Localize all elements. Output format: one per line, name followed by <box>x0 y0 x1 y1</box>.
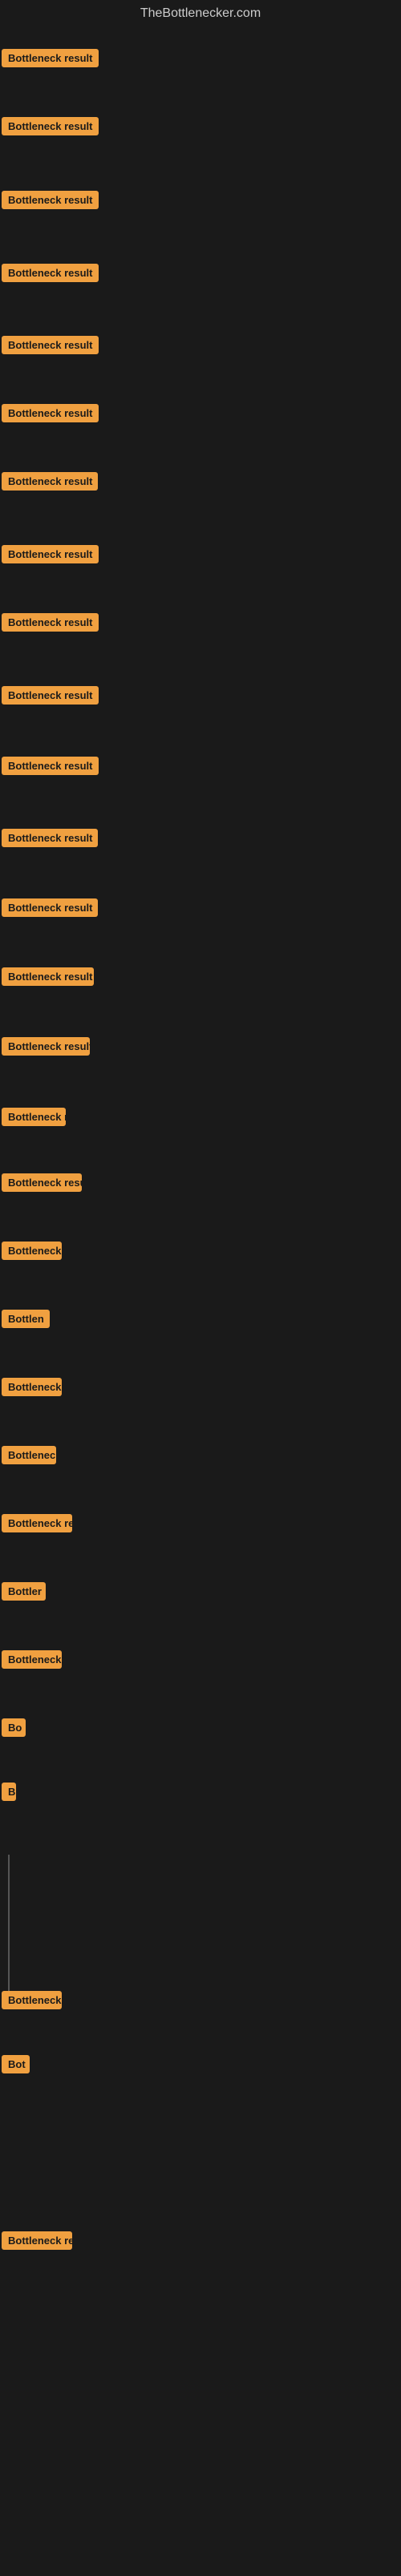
bottleneck-badge-2: Bottleneck result <box>2 117 99 135</box>
bottleneck-badge-5: Bottleneck result <box>2 336 99 354</box>
bottleneck-badge-18: Bottleneck <box>2 1242 62 1260</box>
bottleneck-item-28: Bot <box>2 2055 30 2077</box>
bottleneck-badge-29: Bottleneck re <box>2 2231 72 2250</box>
site-title: TheBottlenecker.com <box>0 0 401 27</box>
bottleneck-item-9: Bottleneck result <box>2 613 99 636</box>
bottleneck-badge-14: Bottleneck result <box>2 967 94 986</box>
bottleneck-badge-24: Bottleneck <box>2 1650 62 1669</box>
bottleneck-badge-21: Bottlenec <box>2 1446 56 1464</box>
bottleneck-badge-16: Bottleneck r <box>2 1108 66 1126</box>
bottleneck-badge-12: Bottleneck result <box>2 829 98 847</box>
bottleneck-item-25: Bo <box>2 1718 26 1741</box>
bottleneck-badge-11: Bottleneck result <box>2 757 99 775</box>
bottleneck-item-17: Bottleneck resu <box>2 1173 82 1196</box>
bottleneck-badge-4: Bottleneck result <box>2 264 99 282</box>
bottleneck-badge-19: Bottlen <box>2 1310 50 1328</box>
bottleneck-item-3: Bottleneck result <box>2 191 99 213</box>
bottleneck-badge-3: Bottleneck result <box>2 191 99 209</box>
bottleneck-item-19: Bottlen <box>2 1310 50 1332</box>
bottleneck-item-7: Bottleneck result <box>2 472 98 495</box>
bottleneck-item-21: Bottlenec <box>2 1446 56 1468</box>
bottleneck-item-2: Bottleneck result <box>2 117 99 139</box>
bottleneck-item-29: Bottleneck re <box>2 2231 72 2254</box>
bottleneck-item-4: Bottleneck result <box>2 264 99 286</box>
bottleneck-item-22: Bottleneck re <box>2 1514 72 1536</box>
bottleneck-item-18: Bottleneck <box>2 1242 62 1264</box>
bottleneck-badge-27: Bottleneck <box>2 1991 62 2009</box>
bottleneck-badge-13: Bottleneck result <box>2 898 98 917</box>
bottleneck-item-14: Bottleneck result <box>2 967 94 990</box>
bottleneck-item-27: Bottleneck <box>2 1991 62 2013</box>
bottleneck-badge-25: Bo <box>2 1718 26 1737</box>
bottleneck-item-24: Bottleneck <box>2 1650 62 1673</box>
bottleneck-item-12: Bottleneck result <box>2 829 98 851</box>
bottleneck-badge-15: Bottleneck result <box>2 1037 90 1056</box>
bottleneck-badge-7: Bottleneck result <box>2 472 98 491</box>
bottleneck-item-5: Bottleneck result <box>2 336 99 358</box>
bottleneck-badge-8: Bottleneck result <box>2 545 99 563</box>
bottleneck-item-10: Bottleneck result <box>2 686 99 709</box>
bottleneck-badge-17: Bottleneck resu <box>2 1173 82 1192</box>
bottleneck-badge-10: Bottleneck result <box>2 686 99 705</box>
bottleneck-item-13: Bottleneck result <box>2 898 98 921</box>
bottleneck-badge-22: Bottleneck re <box>2 1514 72 1532</box>
bottleneck-badge-1: Bottleneck result <box>2 49 99 67</box>
bottleneck-item-8: Bottleneck result <box>2 545 99 567</box>
bottleneck-badge-20: Bottleneck <box>2 1378 62 1396</box>
bottleneck-badge-28: Bot <box>2 2055 30 2073</box>
bottleneck-item-23: Bottler <box>2 1582 46 1605</box>
bottleneck-item-26: B <box>2 1783 16 1805</box>
bottleneck-item-16: Bottleneck r <box>2 1108 66 1130</box>
bottleneck-item-1: Bottleneck result <box>2 49 99 71</box>
bottleneck-item-11: Bottleneck result <box>2 757 99 779</box>
bottleneck-badge-23: Bottler <box>2 1582 46 1601</box>
bottleneck-badge-26: B <box>2 1783 16 1801</box>
bottleneck-badge-9: Bottleneck result <box>2 613 99 632</box>
bottleneck-item-20: Bottleneck <box>2 1378 62 1400</box>
bottleneck-badge-6: Bottleneck result <box>2 404 99 422</box>
bottleneck-item-15: Bottleneck result <box>2 1037 90 1060</box>
vertical-line <box>8 1855 10 1999</box>
bottleneck-item-6: Bottleneck result <box>2 404 99 426</box>
